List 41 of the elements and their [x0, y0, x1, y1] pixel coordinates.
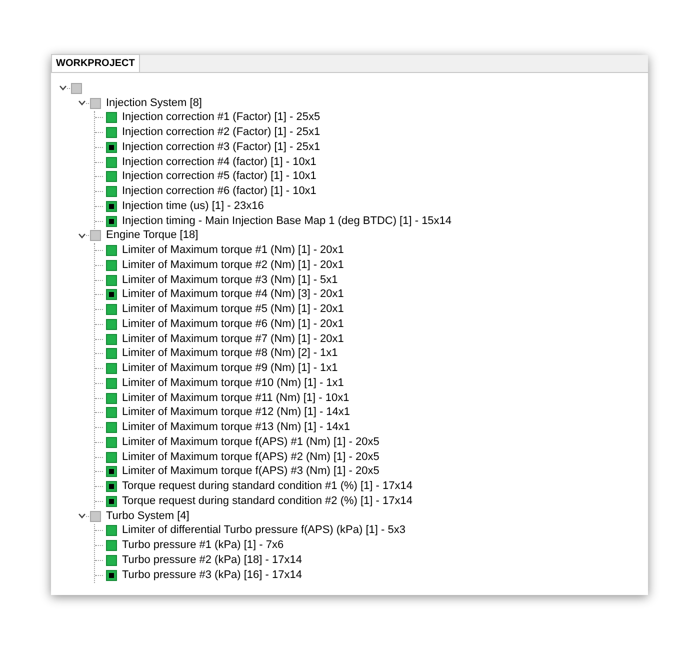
tree-item-label[interactable]: Limiter of Maximum torque #9 (Nm) [1] - 1x1: [122, 363, 338, 374]
tree-item-label[interactable]: Injection correction #3 (Factor) [1] - 25x1: [122, 142, 320, 153]
tree-item-label[interactable]: Injection correction #6 (factor) [1] - 10x1: [122, 186, 316, 198]
collapse-chevron-icon[interactable]: [59, 85, 67, 92]
tree-item-label[interactable]: Injection time (us) [1] - 23x16: [122, 200, 264, 212]
tree-item-label[interactable]: Limiter of Maximum torque f(APS) #1 (Nm) [1] - 20x5: [122, 436, 380, 448]
tree-group-label[interactable]: Turbo System [4]: [106, 510, 190, 522]
node-square-icon: [71, 82, 82, 94]
collapse-chevron-icon[interactable]: [78, 513, 86, 520]
tree-item-label[interactable]: Turbo pressure #1 (kPa) [1] - 7x6: [122, 540, 284, 552]
tree-item-label[interactable]: Injection correction #1 (Factor) [1] - 25x5: [122, 112, 320, 124]
tree-item-label[interactable]: Torque request during standard condition #1 (%) [1] - 17x14: [122, 481, 412, 492]
tree-item-label[interactable]: Limiter of Maximum torque #6 (Nm) [1] - 20x1: [122, 318, 344, 330]
tree-item-label[interactable]: Turbo pressure #3 (kPa) [16] - 17x14: [122, 570, 302, 581]
tree-item-label[interactable]: Limiter of Maximum torque #13 (Nm) [1] - 14x1: [122, 422, 350, 434]
node-square-icon: [90, 510, 101, 522]
tree-item-label[interactable]: Limiter of Maximum torque #10 (Nm) [1] - 1x1: [122, 378, 344, 389]
tree-item-label[interactable]: Limiter of Maximum torque f(APS) #3 (Nm) [1] - 20x5: [122, 466, 380, 478]
tree-item-label[interactable]: Limiter of Maximum torque #12 (Nm) [1] - 14x1: [122, 407, 350, 418]
tree-item-label[interactable]: Limiter of Maximum torque #8 (Nm) [2] - 1x1: [122, 348, 338, 360]
tree-item-label[interactable]: Limiter of Maximum torque f(APS) #2 (Nm) [1] - 20x5: [122, 452, 380, 463]
tree-item-label[interactable]: Limiter of Maximum torque #11 (Nm) [1] - 10x1: [122, 392, 350, 404]
tree-item-label[interactable]: Injection correction #4 (factor) [1] - 10x1: [122, 156, 316, 168]
tree-item-label[interactable]: Limiter of Maximum torque #7 (Nm) [1] - 20x1: [122, 334, 344, 345]
tree-item-label[interactable]: Turbo pressure #2 (kPa) [18] - 17x14: [122, 554, 302, 566]
tree-item-label[interactable]: Torque request during standard condition #2 (%) [1] - 17x14: [122, 496, 412, 507]
tree-item-label[interactable]: Limiter of Maximum torque #4 (Nm) [3] - 20x1: [122, 289, 344, 300]
collapse-chevron-icon[interactable]: [78, 232, 86, 239]
tree-item-label[interactable]: Limiter of Maximum torque #3 (Nm) [1] - 5x1: [122, 274, 338, 286]
tree-item-label[interactable]: Limiter of Maximum torque #5 (Nm) [1] - 20x1: [122, 304, 344, 316]
workproject-tab[interactable]: WORKPROJECT: [51, 54, 140, 72]
tree-item-label[interactable]: Limiter of differential Turbo pressure f(APS) (kPa) [1] - 5x3: [122, 525, 406, 536]
tree-item-label[interactable]: Limiter of Maximum torque #1 (Nm) [1] - 20x1: [122, 245, 344, 256]
node-square-icon: [90, 98, 101, 109]
tree-item-label[interactable]: Injection timing - Main Injection Base Map 1 (deg BTDC) [1] - 15x14: [122, 216, 452, 227]
tree-group-label[interactable]: Injection System [8]: [106, 98, 202, 109]
collapse-chevron-icon[interactable]: [78, 100, 86, 106]
tree-item-label[interactable]: Limiter of Maximum torque #2 (Nm) [1] - 20x1: [122, 260, 344, 271]
tree-group-label[interactable]: Engine Torque [18]: [106, 230, 198, 242]
tree-item-label[interactable]: Injection correction #5 (factor) [1] - 10x1: [122, 171, 316, 182]
tree-item-label[interactable]: Injection correction #2 (Factor) [1] - 25x1: [122, 127, 320, 138]
